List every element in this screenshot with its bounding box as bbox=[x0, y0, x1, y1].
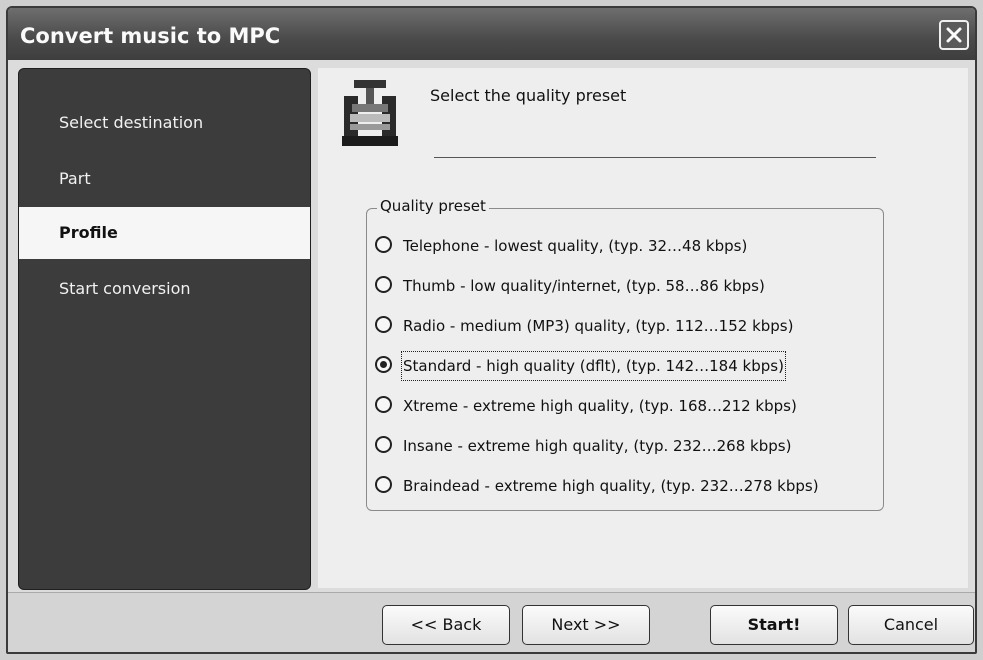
page-title: Select the quality preset bbox=[430, 86, 627, 105]
step-start-conversion: Start conversion bbox=[59, 279, 191, 298]
preset-label: Thumb - low quality/internet, (typ. 58…8… bbox=[403, 277, 765, 295]
step-select-destination: Select destination bbox=[59, 113, 204, 132]
preset-label: Standard - high quality (dflt), (typ. 14… bbox=[401, 351, 786, 381]
window-title: Convert music to MPC bbox=[20, 24, 281, 48]
quality-preset-label: Quality preset bbox=[377, 197, 489, 215]
preset-standard[interactable]: Standard - high quality (dflt), (typ. 14… bbox=[375, 351, 875, 381]
preset-radio[interactable]: Radio - medium (MP3) quality, (typ. 112…… bbox=[375, 311, 875, 341]
radio-button[interactable] bbox=[375, 316, 392, 333]
radio-button[interactable] bbox=[375, 436, 392, 453]
button-bar: << Back Next >> Start! Cancel bbox=[8, 592, 975, 652]
preset-label: Telephone - lowest quality, (typ. 32…48 … bbox=[403, 237, 748, 255]
radio-button[interactable] bbox=[375, 276, 392, 293]
wizard-steps: Select destination Part Profile Start co… bbox=[18, 68, 311, 590]
radio-button[interactable] bbox=[375, 236, 392, 253]
title-bar[interactable]: Convert music to MPC bbox=[8, 8, 975, 60]
next-button[interactable]: Next >> bbox=[522, 605, 650, 645]
radio-button[interactable] bbox=[375, 476, 392, 493]
radio-button-selected[interactable] bbox=[375, 356, 392, 373]
preset-braindead[interactable]: Braindead - extreme high quality, (typ. … bbox=[375, 471, 875, 501]
preset-insane[interactable]: Insane - extreme high quality, (typ. 232… bbox=[375, 431, 875, 461]
back-button[interactable]: << Back bbox=[382, 605, 510, 645]
close-icon bbox=[946, 27, 962, 43]
start-button[interactable]: Start! bbox=[710, 605, 838, 645]
radio-button[interactable] bbox=[375, 396, 392, 413]
step-profile: Profile bbox=[19, 207, 310, 259]
quality-preset-group: Quality preset Telephone - lowest qualit… bbox=[366, 197, 884, 511]
preset-label: Braindead - extreme high quality, (typ. … bbox=[403, 477, 819, 495]
preset-label: Insane - extreme high quality, (typ. 232… bbox=[403, 437, 792, 455]
step-part: Part bbox=[59, 169, 91, 188]
press-icon bbox=[342, 80, 398, 146]
content-panel: Select the quality preset Quality preset… bbox=[318, 68, 968, 588]
cancel-button[interactable]: Cancel bbox=[848, 605, 974, 645]
preset-label: Xtreme - extreme high quality, (typ. 168… bbox=[403, 397, 797, 415]
close-button[interactable] bbox=[939, 20, 969, 50]
preset-telephone[interactable]: Telephone - lowest quality, (typ. 32…48 … bbox=[375, 231, 875, 261]
preset-thumb[interactable]: Thumb - low quality/internet, (typ. 58…8… bbox=[375, 271, 875, 301]
header-divider bbox=[434, 157, 876, 158]
preset-label: Radio - medium (MP3) quality, (typ. 112…… bbox=[403, 317, 794, 335]
dialog-window: Convert music to MPC Select destination … bbox=[6, 6, 977, 654]
preset-xtreme[interactable]: Xtreme - extreme high quality, (typ. 168… bbox=[375, 391, 875, 421]
